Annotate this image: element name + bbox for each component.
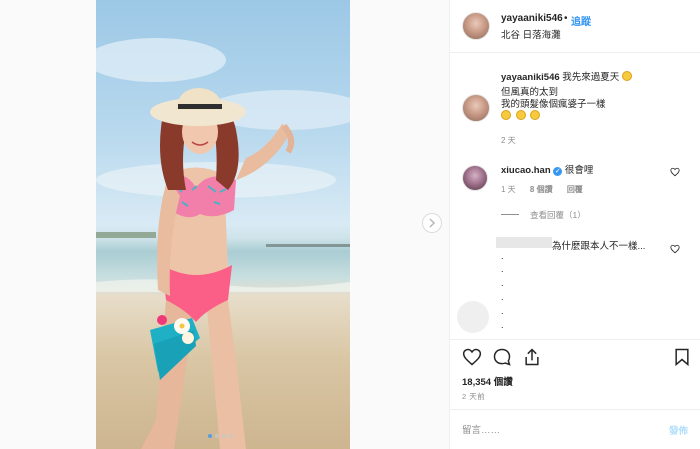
- reply-dot: .: [501, 251, 504, 261]
- comment-age[interactable]: 1 天: [501, 185, 516, 194]
- comment-like-heart-icon[interactable]: [670, 167, 680, 177]
- comment-text: 很會哩: [564, 165, 594, 176]
- post-comment-button[interactable]: 發佈: [669, 423, 688, 437]
- divider-line: [501, 214, 519, 215]
- comment-bubble-icon[interactable]: [492, 347, 512, 367]
- reply-button[interactable]: 回覆: [567, 185, 583, 194]
- post-detail-panel: yayaaniki546 • 追蹤 北谷 日落海灘 yayaaniki546 我…: [449, 0, 700, 449]
- reply-dot: .: [501, 320, 504, 330]
- caption-text-line1: 我先來過夏天: [562, 72, 620, 83]
- comment-username[interactable]: xiucao.han: [501, 165, 551, 176]
- commenter-avatar[interactable]: [462, 165, 488, 191]
- comment-composer: 發佈: [450, 409, 700, 449]
- view-replies-button[interactable]: 查看回覆（1）: [501, 209, 586, 221]
- carousel-dot: [208, 434, 212, 438]
- comment-like-heart-icon[interactable]: [670, 244, 680, 254]
- reply-dot: .: [501, 264, 504, 274]
- share-icon[interactable]: [522, 347, 542, 367]
- instagram-post-viewer: yayaaniki546 • 追蹤 北谷 日落海灘 yayaaniki546 我…: [0, 0, 700, 449]
- caption-username[interactable]: yayaaniki546: [501, 72, 560, 83]
- post-location[interactable]: 北谷 日落海灘: [501, 27, 561, 41]
- caption-text-line3: 我的頭髮像個瘋婆子一樣: [501, 99, 606, 110]
- likes-count[interactable]: 18,354 個讚: [462, 374, 513, 388]
- caption-emoji-row: [501, 110, 542, 122]
- post-photo[interactable]: [96, 0, 350, 449]
- carousel-indicator: [208, 434, 233, 438]
- comment-body: xiucao.han ✓ 很會哩: [501, 162, 593, 176]
- reply-dot: .: [501, 306, 504, 316]
- photo-illustration: [96, 38, 350, 449]
- reply-dot: .: [501, 278, 504, 288]
- follow-button[interactable]: 追蹤: [571, 13, 591, 28]
- avatar[interactable]: [462, 12, 490, 40]
- grimace-emoji-icon: [501, 110, 511, 120]
- separator-dot: •: [564, 13, 568, 24]
- next-photo-button[interactable]: [422, 213, 442, 233]
- bookmark-icon[interactable]: [672, 347, 692, 367]
- action-bar: 18,354 個讚 2 天前: [450, 339, 700, 409]
- verified-badge-icon: ✓: [553, 167, 563, 176]
- reply-dot: .: [501, 292, 504, 302]
- loading-placeholder-avatar: [457, 301, 489, 333]
- reply-text: 為什麼跟本人不一樣...: [552, 241, 646, 252]
- chevron-right-icon: [429, 218, 436, 228]
- caption-author: yayaaniki546 我先來過夏天: [501, 69, 634, 83]
- post-header: yayaaniki546 • 追蹤 北谷 日落海灘: [450, 0, 700, 53]
- smile-emoji-icon: [621, 71, 632, 81]
- carousel-dot: [229, 434, 233, 438]
- post-timestamp[interactable]: 2 天前: [462, 391, 485, 402]
- comment-input[interactable]: [462, 422, 652, 438]
- obscured-username: [496, 237, 552, 248]
- comment-meta: 1 天 8 個讚 回覆: [501, 184, 583, 195]
- carousel-dot: [222, 434, 226, 438]
- comment-likes[interactable]: 8 個讚: [530, 185, 553, 194]
- caption-avatar[interactable]: [462, 94, 490, 122]
- view-replies-label: 查看回覆（1）: [530, 210, 586, 220]
- heart-icon[interactable]: [462, 347, 482, 367]
- grimace-emoji-icon: [530, 110, 541, 120]
- post-author-username[interactable]: yayaaniki546: [501, 13, 563, 24]
- grimace-emoji-icon: [515, 110, 526, 120]
- carousel-dot: [215, 434, 219, 438]
- caption-age[interactable]: 2 天: [501, 135, 516, 146]
